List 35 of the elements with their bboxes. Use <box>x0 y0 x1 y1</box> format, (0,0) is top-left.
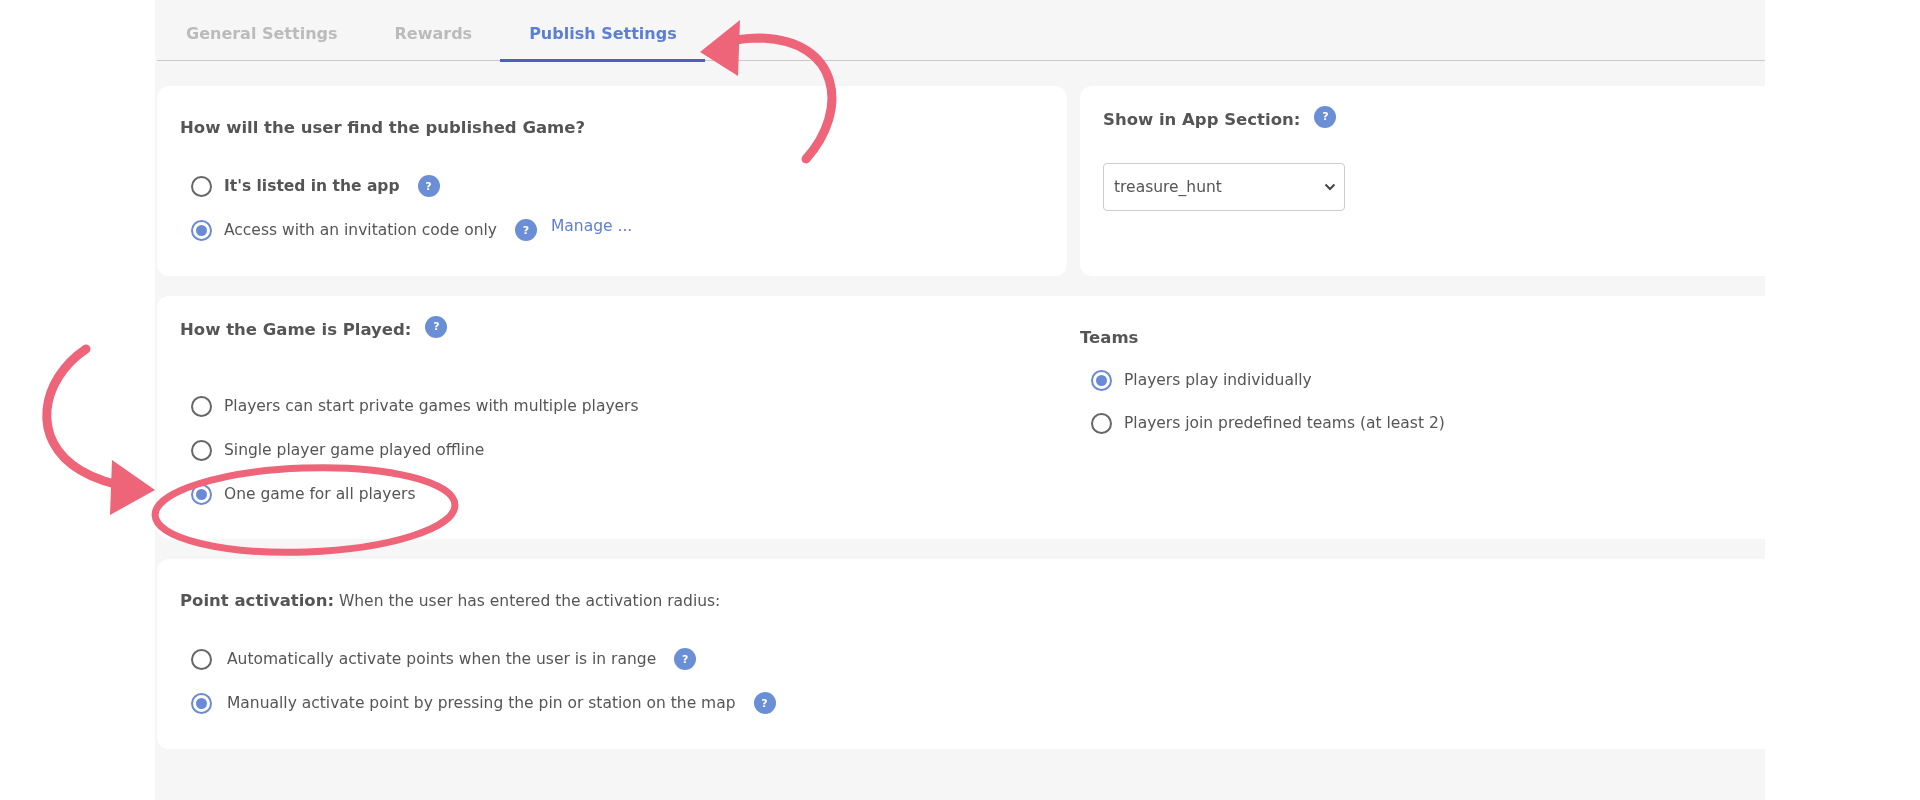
help-icon[interactable]: ? <box>674 648 697 670</box>
help-icon[interactable]: ? <box>753 692 776 714</box>
manage-link[interactable]: Manage ... <box>550 217 633 235</box>
radio-button[interactable] <box>1091 369 1112 391</box>
radio-button[interactable] <box>191 648 212 670</box>
tab[interactable]: Publish Settings <box>500 0 705 62</box>
option-label: Players play individually <box>1124 371 1312 389</box>
option-label: Automatically activate points when the user is in range <box>227 650 657 668</box>
option-label: Players can start private games with multiple players <box>224 397 639 415</box>
section-dropdown[interactable]: treasure_hunt <box>1103 163 1345 211</box>
radio-button[interactable] <box>191 439 212 461</box>
option-label: Single player game played offline <box>224 441 485 459</box>
section-title: Teams <box>1080 328 1140 347</box>
radio-button[interactable] <box>191 219 212 241</box>
radio-button[interactable] <box>191 175 212 197</box>
help-icon[interactable]: ? <box>417 175 440 197</box>
section-title: How will the user find the published Game? <box>180 118 587 137</box>
option-label: It's listed in the app <box>224 177 400 195</box>
help-icon[interactable]: ? <box>425 315 448 338</box>
tab[interactable]: Rewards <box>365 0 501 62</box>
help-icon[interactable]: ? <box>514 219 537 241</box>
radio-button[interactable] <box>1091 412 1112 434</box>
option-label: Manually activate point by pressing the pin or station on the map <box>227 694 736 712</box>
tab[interactable]: General Settings <box>157 0 366 62</box>
option-label: Players join predefined teams (at least 2) <box>1124 414 1445 432</box>
section-title: How the Game is Played: <box>180 320 412 339</box>
option-label: One game for all players <box>224 485 416 503</box>
section-title: Show in App Section: <box>1103 110 1301 129</box>
section-title: Point activation: When the user has entered the activation radius: <box>180 591 722 610</box>
radio-button[interactable] <box>191 692 212 714</box>
radio-button[interactable] <box>191 395 212 417</box>
option-label: Access with an invitation code only <box>224 221 497 239</box>
radio-button[interactable] <box>191 483 212 505</box>
help-icon[interactable]: ? <box>1314 105 1337 128</box>
chevron-down-icon <box>1324 183 1336 191</box>
